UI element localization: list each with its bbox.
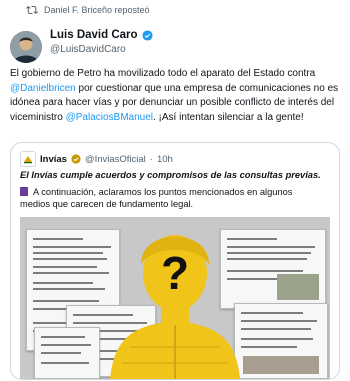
invias-logo-icon (20, 151, 36, 167)
quoted-timestamp[interactable]: 10h (157, 154, 173, 165)
separator-dot: · (149, 153, 153, 165)
repost-indicator[interactable]: Daniel F. Briceño reposteó (26, 4, 150, 16)
quoted-headline: El Invías cumple acuerdos y compromisos … (20, 170, 321, 180)
mention-link[interactable]: @PalaciosBManuel (66, 112, 153, 123)
verified-gold-badge-icon (71, 154, 81, 164)
quoted-media-image[interactable]: ? (20, 217, 330, 379)
author-avatar[interactable] (10, 31, 42, 63)
quoted-author-name[interactable]: Invías (40, 154, 67, 165)
quoted-text-content: A continuación, aclaramos los puntos men… (20, 187, 293, 209)
quoted-author-handle[interactable]: @InviasOficial (85, 154, 146, 165)
author-name[interactable]: Luis David Caro (50, 29, 138, 41)
question-mark-overlay: ? (160, 247, 190, 299)
tweet-text-part: . ¡Así intentan silenciar a la gente! (153, 111, 304, 123)
author-handle[interactable]: @LuisDavidCaro (50, 44, 126, 55)
purple-square-icon (20, 187, 28, 196)
quoted-tweet[interactable]: Invías @InviasOficial · 10h El Invías cu… (10, 142, 340, 380)
repost-icon (26, 5, 38, 15)
tweet-text-part: El gobierno de Petro ha movilizado todo … (10, 68, 316, 79)
verified-badge-icon (142, 29, 153, 41)
mention-link[interactable]: @Danielbricen (10, 83, 76, 94)
document-thumbnail (34, 327, 100, 379)
tweet-text: El gobierno de Petro ha movilizado todo … (10, 67, 340, 125)
document-thumbnail (234, 303, 328, 379)
quoted-text: A continuación, aclaramos los puntos men… (20, 186, 320, 210)
repost-label: Daniel F. Briceño reposteó (44, 5, 150, 15)
